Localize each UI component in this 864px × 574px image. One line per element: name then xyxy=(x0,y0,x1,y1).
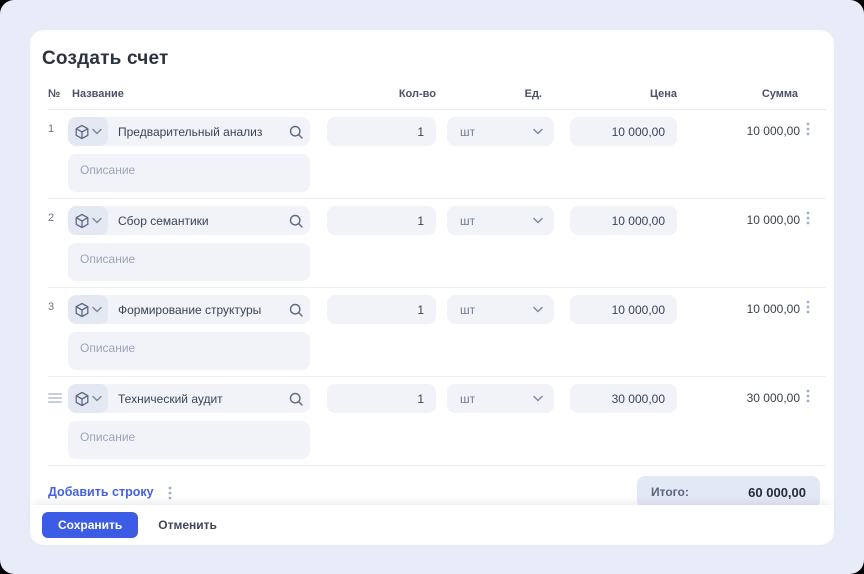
price-input[interactable] xyxy=(570,295,677,324)
row-menu-button[interactable] xyxy=(806,117,826,136)
quantity-input[interactable] xyxy=(327,384,436,413)
table-row: 2 xyxy=(48,199,826,288)
chevron-down-icon xyxy=(92,306,102,313)
item-name-input[interactable] xyxy=(108,125,282,139)
price-input[interactable] xyxy=(570,117,677,146)
quantity-input[interactable] xyxy=(327,295,436,324)
product-cube-icon xyxy=(74,391,90,407)
unit-select[interactable]: шт xyxy=(447,295,554,324)
item-name-input[interactable] xyxy=(108,214,282,228)
unit-value: шт xyxy=(460,303,475,317)
product-cube-icon xyxy=(74,213,90,229)
row-sum: 10 000,00 xyxy=(677,295,806,316)
row-menu-button[interactable] xyxy=(806,384,826,403)
drag-handle-icon[interactable] xyxy=(48,384,68,405)
quantity-input[interactable] xyxy=(327,117,436,146)
search-icon xyxy=(289,303,303,317)
chevron-down-icon xyxy=(533,128,543,135)
row-sum: 30 000,00 xyxy=(677,384,806,405)
kebab-icon xyxy=(806,122,810,136)
item-search-button[interactable] xyxy=(282,214,310,228)
product-type-selector[interactable] xyxy=(68,206,108,235)
row-menu-button[interactable] xyxy=(806,295,826,314)
header-num: № xyxy=(48,88,68,100)
description-textarea[interactable] xyxy=(68,332,310,370)
item-name-field xyxy=(68,117,310,146)
header-unit: Ед. xyxy=(447,88,554,100)
header-sum: Сумма xyxy=(677,88,806,100)
header-price: Цена xyxy=(570,88,677,100)
price-input[interactable] xyxy=(570,206,677,235)
chevron-down-icon xyxy=(533,217,543,224)
description-textarea[interactable] xyxy=(68,421,310,459)
add-row-button[interactable]: Добавить строку xyxy=(48,485,154,499)
item-name-field xyxy=(68,384,310,413)
create-invoice-card: Создать счет № Название Кол-во Ед. Цена … xyxy=(30,30,834,545)
search-icon xyxy=(289,392,303,406)
invoice-form: Создать счет № Название Кол-во Ед. Цена … xyxy=(30,30,834,505)
price-input[interactable] xyxy=(570,384,677,413)
unit-select[interactable]: шт xyxy=(447,117,554,146)
kebab-icon xyxy=(168,486,172,500)
unit-value: шт xyxy=(460,125,475,139)
unit-select[interactable]: шт xyxy=(447,206,554,235)
invoice-items-table: № Название Кол-во Ед. Цена Сумма 1 xyxy=(48,80,826,466)
cancel-button[interactable]: Отменить xyxy=(158,518,217,532)
chevron-down-icon xyxy=(533,306,543,313)
product-type-selector[interactable] xyxy=(68,117,108,146)
table-bottom-bar: Добавить строку Итого: 60 000,00 xyxy=(48,476,820,505)
unit-value: шт xyxy=(460,392,475,406)
product-cube-icon xyxy=(74,124,90,140)
product-type-selector[interactable] xyxy=(68,384,108,413)
item-search-button[interactable] xyxy=(282,125,310,139)
app-screen: Создать счет № Название Кол-во Ед. Цена … xyxy=(0,0,864,574)
kebab-icon xyxy=(806,389,810,403)
chevron-down-icon xyxy=(92,395,102,402)
unit-select[interactable]: шт xyxy=(447,384,554,413)
kebab-icon xyxy=(806,211,810,225)
description-textarea[interactable] xyxy=(68,154,310,192)
row-number: 2 xyxy=(48,206,68,224)
total-label: Итого: xyxy=(651,485,689,499)
item-name-input[interactable] xyxy=(108,392,282,406)
search-icon xyxy=(289,214,303,228)
header-qty: Кол-во xyxy=(327,88,436,100)
item-search-button[interactable] xyxy=(282,303,310,317)
save-button[interactable]: Сохранить xyxy=(42,512,138,538)
item-name-field xyxy=(68,295,310,324)
row-sum: 10 000,00 xyxy=(677,117,806,138)
product-type-selector[interactable] xyxy=(68,295,108,324)
chevron-down-icon xyxy=(533,395,543,402)
item-name-input[interactable] xyxy=(108,303,282,317)
quantity-input[interactable] xyxy=(327,206,436,235)
chevron-down-icon xyxy=(92,128,102,135)
row-menu-button[interactable] xyxy=(806,206,826,225)
unit-value: шт xyxy=(460,214,475,228)
form-footer: Сохранить Отменить xyxy=(30,505,834,545)
row-number: 1 xyxy=(48,117,68,135)
item-search-button[interactable] xyxy=(282,392,310,406)
header-name: Название xyxy=(68,88,310,100)
chevron-down-icon xyxy=(92,217,102,224)
table-row: 3 xyxy=(48,288,826,377)
table-header-row: № Название Кол-во Ед. Цена Сумма xyxy=(48,80,826,110)
kebab-icon xyxy=(806,300,810,314)
search-icon xyxy=(289,125,303,139)
add-row-menu-button[interactable] xyxy=(168,484,188,500)
product-cube-icon xyxy=(74,302,90,318)
description-textarea[interactable] xyxy=(68,243,310,281)
page-title: Создать счет xyxy=(42,48,834,70)
table-row: 1 xyxy=(48,110,826,199)
total-box: Итого: 60 000,00 xyxy=(637,476,820,505)
row-sum: 10 000,00 xyxy=(677,206,806,227)
item-name-field xyxy=(68,206,310,235)
total-value: 60 000,00 xyxy=(748,485,806,500)
table-row: шт 30 000,00 xyxy=(48,377,826,466)
row-number: 3 xyxy=(48,295,68,313)
